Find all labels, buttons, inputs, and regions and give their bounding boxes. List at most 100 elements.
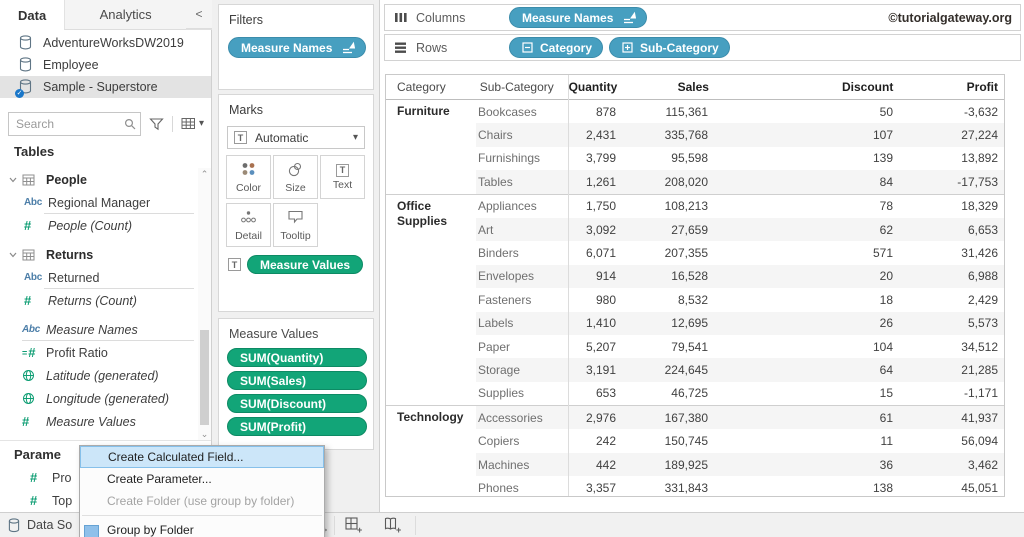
scroll-down-icon[interactable]: ⌄ (198, 428, 211, 440)
column-header[interactable]: Profit (899, 80, 1004, 94)
data-source-tab[interactable]: Data So (8, 513, 72, 537)
columns-pill[interactable]: Measure Names (509, 7, 647, 28)
crosstab-table[interactable]: CategorySub-CategoryQuantitySalesDiscoun… (385, 74, 1005, 497)
menu-item[interactable]: Create Calculated Field... (80, 446, 324, 468)
measure-value-pill[interactable]: SUM(Profit) (227, 417, 367, 436)
table-row[interactable]: Phones3,357331,84313845,051 (476, 476, 1004, 499)
subcategory-cell[interactable]: Supplies (476, 386, 566, 400)
table-row[interactable]: Fasteners9808,532182,429 (476, 288, 1004, 311)
database-icon (19, 35, 34, 51)
subcategory-cell[interactable]: Appliances (476, 199, 566, 213)
column-header[interactable]: Category (386, 80, 478, 94)
subcategory-cell[interactable]: Phones (476, 481, 566, 495)
menu-item[interactable]: Create Folder (use group by folder) (80, 490, 324, 512)
table-row[interactable]: Binders6,071207,35557131,426 (476, 241, 1004, 264)
subcategory-cell[interactable]: Furnishings (476, 151, 566, 165)
mark-button-tooltip[interactable]: Tooltip (273, 203, 318, 247)
field-item[interactable]: Latitude (generated) (0, 364, 198, 387)
data-source-item[interactable]: Employee (0, 54, 211, 76)
mark-button-color[interactable]: Color (226, 155, 271, 199)
column-header[interactable]: Sub-Category (478, 80, 568, 94)
chevron-down-icon[interactable] (8, 250, 22, 259)
subcategory-cell[interactable]: Chairs (476, 128, 566, 142)
table-row[interactable]: Appliances1,750108,2137818,329 (476, 195, 1004, 218)
column-header[interactable]: Quantity (567, 80, 623, 94)
subcategory-cell[interactable]: Storage (476, 363, 566, 377)
field-item[interactable]: AbcRegional Manager (0, 191, 198, 214)
table-row[interactable]: Chairs2,431335,76810727,224 (476, 123, 1004, 146)
columns-shelf[interactable]: Columns Measure Names ©tutorialgateway.o… (384, 4, 1021, 31)
mark-type-dropdown[interactable]: T Automatic ▾ (227, 126, 365, 149)
table-row[interactable]: Copiers242150,7451156,094 (476, 429, 1004, 452)
subcategory-cell[interactable]: Bookcases (476, 105, 566, 119)
field-item[interactable]: AbcMeasure Names (0, 318, 198, 341)
sales-cell: 150,745 (622, 434, 714, 448)
mark-button-size[interactable]: Size (273, 155, 318, 199)
table-row[interactable]: Bookcases878115,36150-3,632 (476, 100, 1004, 123)
column-header[interactable]: Sales (623, 80, 715, 94)
field-item[interactable]: People (0, 168, 198, 191)
view-options-icon[interactable] (181, 117, 196, 130)
field-item[interactable]: #Returns (Count) (0, 289, 198, 312)
quantity-cell: 878 (566, 105, 622, 119)
rows-pill[interactable]: Category (509, 37, 603, 58)
table-row[interactable]: Storage3,191224,6456421,285 (476, 358, 1004, 381)
filter-pill-measure-names[interactable]: Measure Names (228, 37, 366, 58)
subcategory-cell[interactable]: Copiers (476, 434, 566, 448)
subcategory-cell[interactable]: Machines (476, 458, 566, 472)
subcategory-cell[interactable]: Paper (476, 340, 566, 354)
field-item[interactable]: Longitude (generated) (0, 387, 198, 410)
tab-analytics[interactable]: Analytics (64, 0, 186, 30)
database-icon (8, 518, 20, 533)
subcategory-cell[interactable]: Tables (476, 175, 566, 189)
tableau-workbook-window: Data Analytics < AdventureWorksDW2019Emp… (0, 0, 1024, 537)
new-story-icon[interactable]: + (384, 517, 404, 534)
field-item[interactable]: =#Profit Ratio (0, 341, 198, 364)
rows-pill[interactable]: Sub-Category (609, 37, 730, 58)
table-row[interactable]: Labels1,41012,695265,573 (476, 312, 1004, 335)
tab-data[interactable]: Data (0, 0, 64, 30)
search-input[interactable] (9, 113, 140, 135)
menu-item[interactable]: Group by Folder (80, 519, 324, 537)
column-header[interactable]: Discount (715, 80, 899, 94)
table-row[interactable]: Tables1,261208,02084-17,753 (476, 170, 1004, 193)
menu-item[interactable]: Create Parameter... (80, 468, 324, 490)
fields-scrollbar[interactable]: ⌃ ⌄ (198, 168, 211, 440)
data-source-item[interactable]: AdventureWorksDW2019 (0, 32, 211, 54)
subcategory-cell[interactable]: Fasteners (476, 293, 566, 307)
rows-shelf[interactable]: Rows CategorySub-Category (384, 34, 1021, 61)
measure-value-pill[interactable]: SUM(Discount) (227, 394, 367, 413)
field-item[interactable]: Returns (0, 243, 198, 266)
scrollbar-thumb[interactable] (200, 330, 209, 425)
filter-fields-icon[interactable] (149, 117, 164, 131)
field-item[interactable]: #People (Count) (0, 214, 198, 237)
new-dashboard-icon[interactable]: + (345, 517, 365, 534)
field-item[interactable]: AbcReturned (0, 266, 198, 289)
table-row[interactable]: Accessories2,976167,3806141,937 (476, 406, 1004, 429)
field-item[interactable]: #Measure Values (0, 410, 198, 433)
category-cell[interactable]: Furniture (386, 100, 476, 194)
measure-value-pill[interactable]: SUM(Quantity) (227, 348, 367, 367)
scroll-up-icon[interactable]: ⌃ (198, 168, 211, 180)
table-row[interactable]: Envelopes91416,528206,988 (476, 265, 1004, 288)
table-row[interactable]: Supplies65346,72515-1,171 (476, 382, 1004, 405)
view-options-caret-icon[interactable]: ▾ (199, 118, 204, 129)
category-cell[interactable]: Technology (386, 406, 476, 500)
subcategory-cell[interactable]: Labels (476, 316, 566, 330)
mark-button-detail[interactable]: Detail (226, 203, 271, 247)
subcategory-cell[interactable]: Envelopes (476, 269, 566, 283)
table-row[interactable]: Paper5,20779,54110434,512 (476, 335, 1004, 358)
table-row[interactable]: Art3,09227,659626,653 (476, 218, 1004, 241)
subcategory-cell[interactable]: Accessories (476, 411, 566, 425)
mark-button-text[interactable]: TText (320, 155, 365, 199)
collapse-pane-button[interactable]: < (186, 0, 212, 29)
text-shelf-pill-measure-values[interactable]: Measure Values (247, 255, 363, 274)
subcategory-cell[interactable]: Art (476, 223, 566, 237)
data-source-item[interactable]: ✓Sample - Superstore (0, 76, 211, 98)
subcategory-cell[interactable]: Binders (476, 246, 566, 260)
table-row[interactable]: Machines442189,925363,462 (476, 453, 1004, 476)
table-row[interactable]: Furnishings3,79995,59813913,892 (476, 147, 1004, 170)
chevron-down-icon[interactable] (8, 175, 22, 184)
measure-value-pill[interactable]: SUM(Sales) (227, 371, 367, 390)
category-cell[interactable]: Office Supplies (386, 195, 476, 406)
